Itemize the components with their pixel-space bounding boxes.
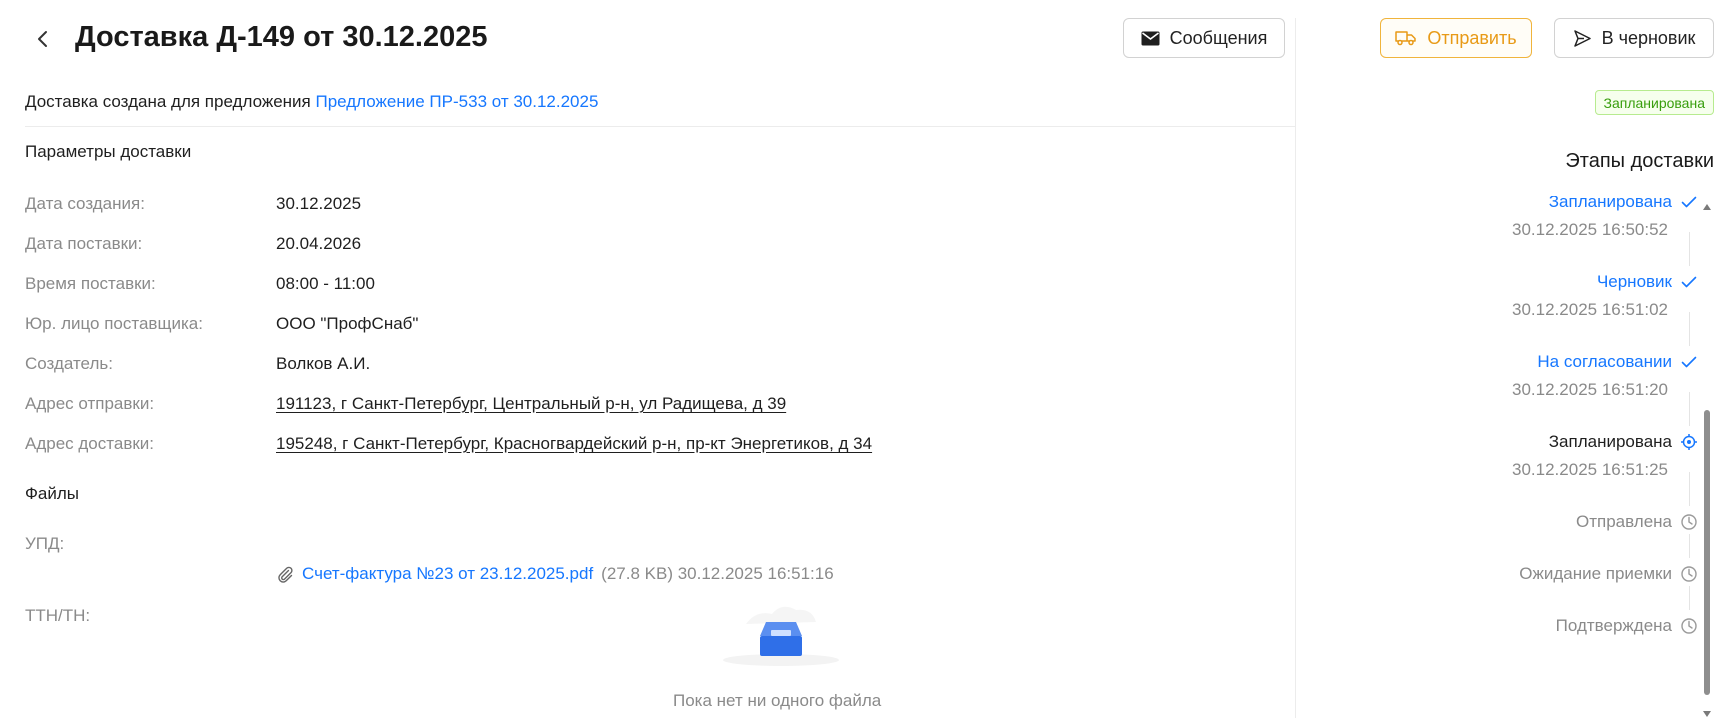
delivery-address-link[interactable]: 195248, г Санкт-Петербург, Красногвардей…	[276, 434, 872, 454]
status-badge: Запланирована	[1594, 90, 1714, 115]
upd-file-meta: (27.8 KB) 30.12.2025 16:51:16	[601, 564, 834, 583]
step-time: 30.12.2025 16:50:52	[1512, 220, 1668, 239]
origin-prefix: Доставка создана для предложения	[25, 92, 311, 111]
delivery-time-label: Время поставки:	[25, 274, 156, 293]
step-name: Запланирована	[1548, 196, 1672, 211]
params-section-title: Параметры доставки	[25, 142, 192, 161]
step-name: Запланирована	[1548, 432, 1672, 451]
messages-button[interactable]: Сообщения	[1123, 18, 1285, 58]
step-item: На согласовании 30.12.2025 16:51:20	[1320, 350, 1700, 400]
step-time: 30.12.2025 16:51:25	[1512, 460, 1668, 479]
step-time: 30.12.2025 16:51:02	[1512, 300, 1668, 319]
step-item: Черновик 30.12.2025 16:51:02	[1320, 270, 1700, 320]
step-time: 30.12.2025 16:51:20	[1512, 380, 1668, 399]
step-item: Запланирована 30.12.2025 16:50:52	[1320, 196, 1700, 240]
creator-value: Волков А.И.	[276, 354, 371, 373]
clock-icon	[1678, 615, 1700, 637]
page-title: Доставка Д-149 от 30.12.2025	[75, 21, 488, 53]
files-section-title: Файлы	[25, 484, 80, 503]
delivery-details: Доставка Д-149 от 30.12.2025 Сообщения Д…	[0, 0, 1295, 721]
delivery-address-label: Адрес доставки:	[25, 434, 155, 453]
upd-file-link[interactable]: Счет-фактура №23 от 23.12.2025.pdf	[302, 564, 593, 584]
clock-icon	[1678, 511, 1700, 533]
sender-address-label: Адрес отправки:	[25, 394, 155, 413]
steps-scrollbar[interactable]	[1700, 198, 1714, 717]
steps-panel: Запланирована Этапы доставки Запланирова…	[1296, 0, 1720, 721]
upd-file: Счет-фактура №23 от 23.12.2025.pdf (27.8…	[276, 564, 834, 584]
step-name: Ожидание приемки	[1519, 564, 1672, 583]
step-name: Черновик	[1596, 272, 1672, 291]
step-item: Отправлена	[1320, 510, 1700, 534]
step-name: Подтверждена	[1555, 616, 1672, 635]
steps-title: Этапы доставки	[1565, 150, 1714, 172]
creator-label: Создатель:	[25, 354, 113, 373]
check-icon	[1678, 351, 1700, 373]
created-date-label: Дата создания:	[25, 194, 145, 213]
empty-files-text: Пока нет ни одного файла	[673, 691, 882, 710]
messages-button-label: Сообщения	[1169, 27, 1268, 48]
supplier-entity-value: ООО "ПрофСнаб"	[276, 314, 419, 333]
scroll-up-arrow[interactable]	[1703, 204, 1711, 210]
divider	[25, 126, 1295, 127]
check-icon	[1678, 196, 1700, 213]
step-item: Ожидание приемки	[1320, 562, 1700, 586]
timeline-connector	[1689, 586, 1690, 610]
check-icon	[1678, 271, 1700, 293]
chevron-left-icon	[38, 31, 47, 47]
scroll-thumb[interactable]	[1704, 410, 1710, 695]
clock-icon	[1678, 563, 1700, 585]
step-item: Подтверждена	[1320, 614, 1700, 638]
sender-address-link[interactable]: 191123, г Санкт-Петербург, Центральный р…	[276, 394, 786, 414]
proposal-link[interactable]: Предложение ПР-533 от 30.12.2025	[316, 92, 599, 111]
timeline-connector	[1689, 534, 1690, 558]
mail-icon	[1141, 31, 1160, 45]
target-icon	[1678, 431, 1700, 453]
origin-text: Доставка создана для предложения Предлож…	[25, 92, 598, 112]
delivery-date-value: 20.04.2026	[276, 234, 362, 253]
created-date-value: 30.12.2025	[276, 194, 362, 213]
step-name: Отправлена	[1576, 512, 1672, 531]
step-name: На согласовании	[1537, 352, 1672, 371]
ttn-label: ТТН/ТН:	[25, 606, 91, 625]
steps-timeline[interactable]: Запланирована 30.12.2025 16:50:52 Чернов…	[1296, 196, 1700, 711]
upd-label: УПД:	[25, 534, 65, 553]
paperclip-icon	[278, 566, 293, 583]
scroll-down-arrow[interactable]	[1703, 711, 1711, 717]
step-item-current: Запланирована 30.12.2025 16:51:25	[1320, 430, 1700, 480]
back-button[interactable]	[30, 24, 56, 54]
delivery-date-label: Дата поставки:	[25, 234, 143, 253]
supplier-entity-label: Юр. лицо поставщика:	[25, 314, 203, 333]
delivery-time-value: 08:00 - 11:00	[276, 274, 375, 293]
empty-box-icon	[723, 606, 839, 666]
